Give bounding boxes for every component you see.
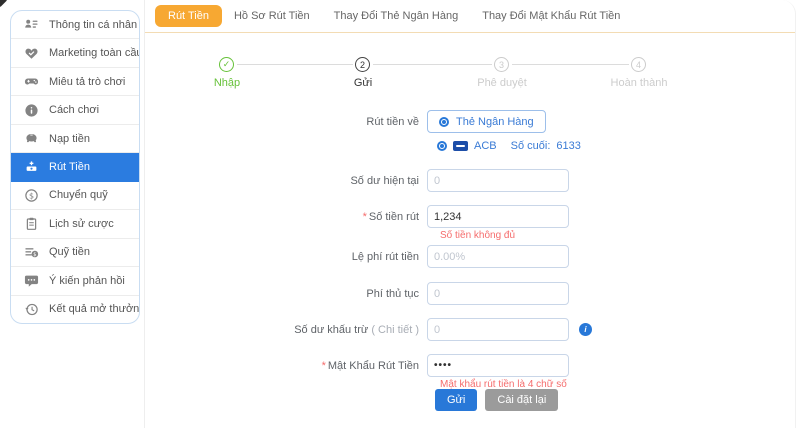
card-last-digits-label: Số cuối: — [511, 140, 551, 152]
money-list-icon: $ — [24, 245, 39, 260]
processing-fee-label: Phí thủ tục — [145, 288, 427, 300]
card-last-digits: 6133 — [556, 140, 580, 152]
step-3-label: Phê duyệt — [477, 77, 527, 89]
history-icon — [24, 302, 39, 317]
step-4-circle: 4 — [631, 57, 646, 72]
withdraw-amount-input[interactable] — [427, 205, 569, 228]
radio-selected-icon — [439, 117, 449, 127]
tab-change-bank-card[interactable]: Thay Đổi Thẻ Ngân Hàng — [322, 10, 471, 22]
tab-withdraw-records[interactable]: Hồ Sơ Rút Tiền — [222, 10, 322, 22]
sidebar-item-label: Cách chơi — [49, 104, 99, 116]
sidebar-item-deposit[interactable]: Nạp tiền — [11, 125, 139, 153]
sidebar-item-lottery-results[interactable]: Kết quả mở thưởng — [11, 296, 139, 323]
withdraw-to-row: Rút tiền về Thẻ Ngân Hàng — [145, 110, 795, 133]
withdraw-amount-row: *Số tiền rút Số tiền không đủ — [145, 205, 795, 228]
tab-withdraw[interactable]: Rút Tiền — [155, 5, 222, 27]
withdraw-amount-label: *Số tiền rút — [145, 211, 427, 223]
info-circle-icon — [24, 103, 39, 118]
sidebar-item-personal-info[interactable]: Thông tin cá nhân — [11, 11, 139, 39]
bank-card-type-label: Thẻ Ngân Hàng — [456, 116, 534, 128]
sidebar-item-label: Kết quả mở thưởng — [49, 303, 140, 315]
stepper-line — [512, 64, 629, 65]
current-balance-row: Số dư hiện tại — [145, 169, 795, 192]
radio-selected-icon[interactable] — [437, 141, 447, 151]
step-4-label: Hoàn thành — [611, 77, 668, 89]
stepper-line — [373, 64, 492, 65]
clipboard-icon — [24, 216, 39, 231]
bank-card-option[interactable]: ACB Số cuối: 6133 — [437, 140, 581, 152]
deducted-balance-input[interactable] — [427, 318, 569, 341]
stepper-line — [237, 64, 353, 65]
acb-bank-logo-icon — [453, 141, 468, 151]
current-balance-label: Số dư hiện tại — [145, 175, 427, 187]
svg-text:$: $ — [29, 191, 34, 200]
deducted-balance-row: Số dư khấu trừ ( Chi tiết ) i — [145, 318, 795, 341]
piggy-bank-icon — [24, 131, 39, 146]
bank-card-type-button[interactable]: Thẻ Ngân Hàng — [427, 110, 546, 133]
sidebar-item-withdraw[interactable]: Rút Tiền — [11, 153, 139, 181]
withdraw-to-label: Rút tiền về — [145, 116, 427, 128]
required-mark: * — [322, 360, 326, 372]
deducted-balance-label: Số dư khấu trừ ( Chi tiết ) — [145, 324, 427, 336]
sidebar-item-label: Miêu tả trò chơi — [49, 76, 125, 88]
form-actions: Gửi Cài đặt lại — [435, 389, 558, 411]
feedback-icon — [24, 273, 39, 288]
withdraw-fee-input[interactable] — [427, 245, 569, 268]
withdraw-icon — [24, 159, 39, 174]
sidebar-item-label: Thông tin cá nhân — [49, 19, 137, 31]
withdraw-fee-row: Lệ phí rút tiền — [145, 245, 795, 268]
withdraw-password-label: *Mật Khẩu Rút Tiền — [145, 360, 427, 372]
corner-logo-fragment — [0, 0, 7, 7]
detail-link[interactable]: ( Chi tiết ) — [371, 324, 419, 336]
sidebar-item-label: Quỹ tiền — [49, 246, 90, 258]
required-mark: * — [363, 211, 367, 223]
sidebar-item-label: Marketing toàn cầu — [49, 47, 140, 59]
withdraw-password-input[interactable] — [427, 354, 569, 377]
sidebar-item-fund-transfer[interactable]: $ Chuyển quỹ — [11, 182, 139, 210]
step-2-label: Gửi — [354, 77, 372, 89]
withdraw-password-row: *Mật Khẩu Rút Tiền Mật khẩu rút tiền là … — [145, 354, 795, 377]
processing-fee-input[interactable] — [427, 282, 569, 305]
info-icon[interactable]: i — [579, 323, 592, 336]
sidebar-item-how-to-play[interactable]: Cách chơi — [11, 96, 139, 124]
amount-error-message: Số tiền không đủ — [440, 230, 515, 241]
sidebar: Thông tin cá nhân Marketing toàn cầu Miê… — [10, 10, 140, 324]
step-1-label: Nhập — [214, 77, 240, 89]
svg-text:$: $ — [33, 252, 36, 258]
tab-change-withdraw-password[interactable]: Thay Đổi Mật Khẩu Rút Tiền — [470, 10, 632, 22]
sidebar-item-label: Rút Tiền — [49, 161, 90, 173]
sidebar-item-label: Nạp tiền — [49, 133, 90, 145]
processing-fee-row: Phí thủ tục — [145, 282, 795, 305]
main-panel: Rút Tiền Hồ Sơ Rút Tiền Thay Đổi Thẻ Ngâ… — [145, 0, 796, 428]
step-3-circle: 3 — [494, 57, 509, 72]
step-2-circle: 2 — [355, 57, 370, 72]
submit-button[interactable]: Gửi — [435, 389, 477, 411]
withdraw-fee-label: Lệ phí rút tiền — [145, 251, 427, 263]
tab-bar: Rút Tiền Hồ Sơ Rút Tiền Thay Đổi Thẻ Ngâ… — [145, 0, 795, 33]
reset-button[interactable]: Cài đặt lại — [485, 389, 558, 411]
current-balance-input[interactable] — [427, 169, 569, 192]
sidebar-item-label: Chuyển quỹ — [49, 189, 108, 201]
sidebar-item-game-description[interactable]: Miêu tả trò chơi — [11, 68, 139, 96]
sidebar-item-global-marketing[interactable]: Marketing toàn cầu — [11, 39, 139, 67]
heart-check-icon — [24, 46, 39, 61]
sidebar-item-money-fund[interactable]: $ Quỹ tiền — [11, 239, 139, 267]
sidebar-item-label: Lịch sử cược — [49, 218, 114, 230]
gamepad-icon — [24, 74, 39, 89]
bank-name: ACB — [474, 140, 497, 152]
id-card-icon — [24, 17, 39, 32]
sidebar-item-bet-history[interactable]: Lịch sử cược — [11, 210, 139, 238]
sidebar-item-feedback[interactable]: Ý kiến phản hồi — [11, 267, 139, 295]
sidebar-item-label: Ý kiến phản hồi — [49, 275, 125, 287]
dollar-circle-icon: $ — [24, 188, 39, 203]
step-1-check-icon: ✓ — [219, 57, 234, 72]
